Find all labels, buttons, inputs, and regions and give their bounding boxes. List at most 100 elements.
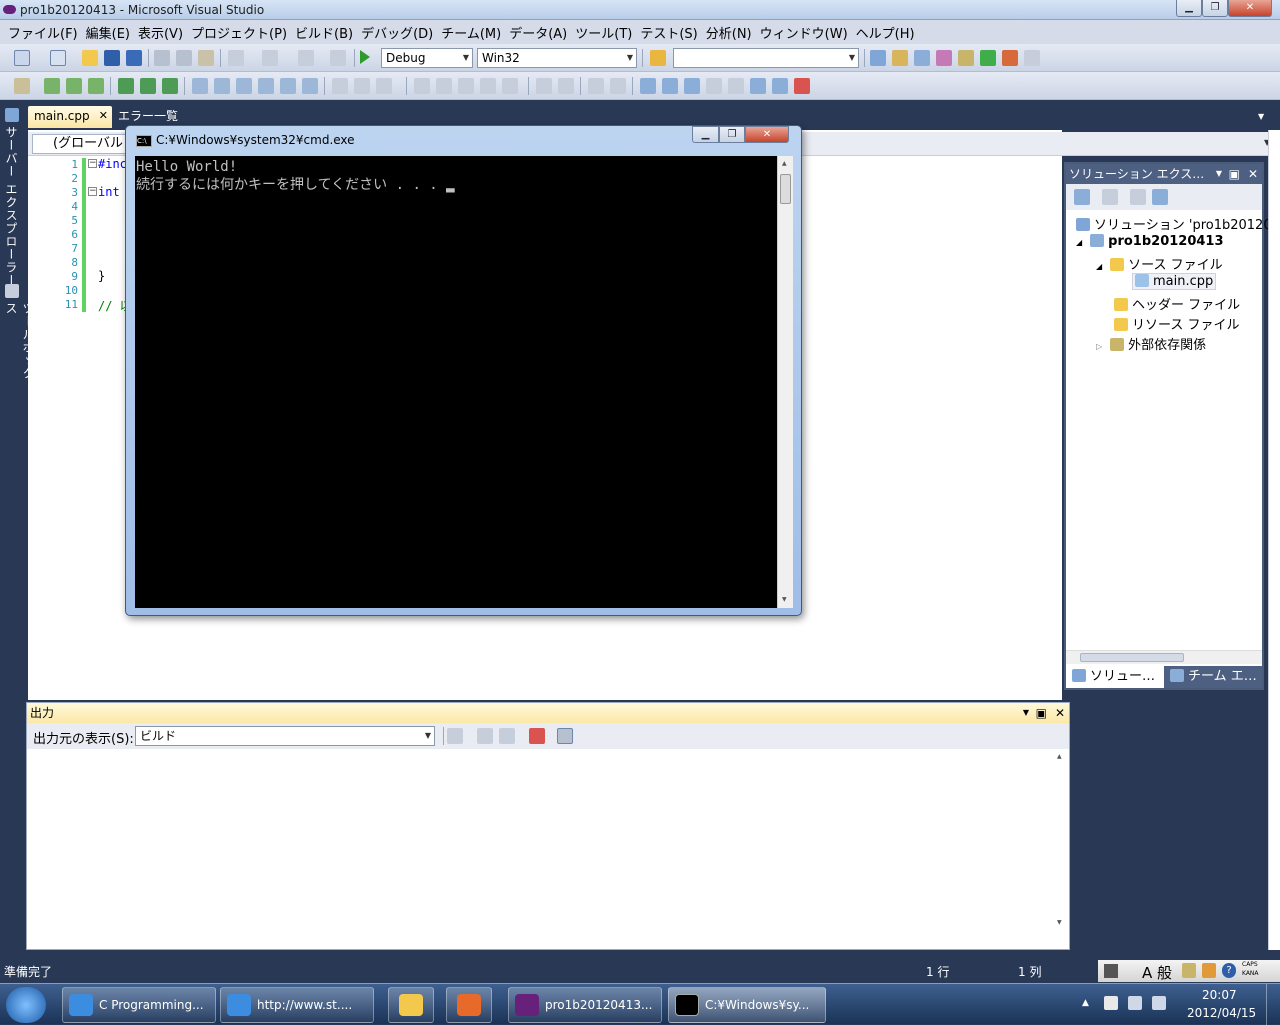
clear-all-icon[interactable] [529,728,545,744]
indent-icon[interactable] [536,78,552,94]
cmd-minimize-button[interactable]: ▁ [692,126,719,143]
menu-help[interactable]: ヘルプ(H) [852,23,919,42]
save-icon[interactable] [104,50,120,66]
paste-icon[interactable] [198,50,214,66]
volume-icon[interactable] [1152,996,1166,1010]
ime-pad-icon[interactable] [1182,963,1196,978]
minimize-button[interactable]: ▁ [1176,0,1202,17]
cmd-maximize-button[interactable]: ❐ [719,126,745,143]
show-hidden-icons-icon[interactable]: ▲ [1082,998,1089,1008]
new-project-icon[interactable] [14,50,30,66]
next-bookmark-icon[interactable] [458,78,474,94]
scroll-down-icon[interactable]: ▼ [782,596,787,603]
uncomment-icon[interactable] [354,78,370,94]
tree-external-deps[interactable]: ▷ 外部依存関係 [1096,334,1206,353]
taskbar-item-ie-2[interactable]: http://www.st.... [220,987,374,1023]
find-prev-icon[interactable] [750,78,766,94]
undo-icon[interactable] [228,50,244,66]
chevron-down-icon[interactable]: ▼ [1023,703,1029,723]
network-icon[interactable] [1128,996,1142,1010]
tree-project[interactable]: ◢ pro1b20120413 [1076,234,1224,249]
menu-analyze[interactable]: 分析(N) [702,23,756,42]
prev-bookmark-icon[interactable] [436,78,452,94]
start-debugging-icon[interactable] [360,50,370,64]
object-browser-icon[interactable] [914,50,930,66]
scrollbar-thumb[interactable] [780,174,791,204]
copy-icon[interactable] [176,50,192,66]
solution-platform-select[interactable]: Win32 ▼ [477,48,637,68]
taskbar-item-media-player[interactable] [446,987,492,1023]
snippet-icon[interactable] [302,78,318,94]
tab-team-explorer[interactable]: チーム エ… [1164,666,1262,688]
output-vertical-scrollbar[interactable]: ▲ ▼ [1053,749,1067,931]
menu-edit[interactable]: 編集(E) [82,23,134,42]
solution-configuration-select[interactable]: Debug ▼ [381,48,473,68]
ime-grip-icon[interactable] [1104,964,1118,978]
cut-icon[interactable] [154,50,170,66]
clear-all-icon[interactable] [794,78,810,94]
solution-explorer-icon[interactable] [870,50,886,66]
device-icon[interactable] [14,78,30,94]
word-wrap-icon[interactable] [557,728,573,744]
expand-arrow-icon[interactable]: ◢ [1096,262,1102,271]
menu-file[interactable]: ファイル(F) [4,23,82,42]
bookmark-icon[interactable] [118,78,134,94]
quick-info-icon[interactable] [236,78,252,94]
navigate-forward-icon[interactable] [330,50,346,66]
maximize-button[interactable]: ❐ [1202,0,1228,17]
chevron-down-icon[interactable]: ▼ [1216,164,1222,184]
comment-icon[interactable] [332,78,348,94]
help-icon[interactable]: ? [1222,963,1236,978]
tab-solution-explorer[interactable]: ソリュー… [1066,666,1164,688]
next-breakpoint-icon[interactable] [684,78,700,94]
parameter-info-icon[interactable] [214,78,230,94]
class-diagram-icon[interactable] [1152,189,1168,205]
scroll-down-icon[interactable]: ▼ [1057,919,1062,926]
toggle-bookmark-icon[interactable] [414,78,430,94]
properties-icon[interactable] [892,50,908,66]
taskbar-item-cmd[interactable]: C:¥Windows¥sy... [668,987,826,1023]
menu-project[interactable]: プロジェクト(P) [187,23,291,42]
menu-build[interactable]: ビルド(B) [291,23,357,42]
go-to-line-icon[interactable] [447,728,463,744]
menu-window[interactable]: ウィンドウ(W) [756,23,852,42]
close-icon[interactable]: ✕ [99,106,108,126]
menu-data[interactable]: データ(A) [505,23,571,42]
start-button[interactable] [6,987,46,1023]
open-file-icon[interactable] [82,50,98,66]
show-all-files-icon[interactable] [1102,189,1118,205]
complete-word-icon[interactable] [258,78,274,94]
console-scrollbar[interactable]: ▲ ▼ [777,156,793,608]
taskbar-item-explorer[interactable] [388,987,434,1023]
tab-list-chevron-icon[interactable]: ▼ [1258,112,1264,121]
scroll-up-icon[interactable]: ▲ [782,160,787,167]
prev-message-icon[interactable] [477,728,493,744]
prev-breakpoint-icon[interactable] [662,78,678,94]
tree-header-files[interactable]: ヘッダー ファイル [1114,294,1240,313]
ime-dictionary-icon[interactable] [1202,963,1216,978]
editor-vertical-scrollbar[interactable] [1268,130,1280,950]
menu-view[interactable]: 表示(V) [134,23,187,42]
properties-icon[interactable] [1074,189,1090,205]
scroll-up-icon[interactable]: ▲ [1057,753,1062,760]
step-over-icon[interactable] [66,78,82,94]
bookmark-next-icon[interactable] [162,78,178,94]
maximize-icon[interactable]: ▣ [1229,164,1240,184]
menu-team[interactable]: チーム(M) [437,23,505,42]
navigate-back-icon[interactable] [298,50,314,66]
next-task-icon[interactable] [728,78,744,94]
menu-debug[interactable]: デバッグ(D) [357,23,437,42]
output-source-select[interactable]: ビルド ▼ [135,726,435,746]
menu-tools[interactable]: ツール(T) [571,23,636,42]
ime-mode[interactable]: A 般 [1142,962,1172,983]
bookmark-prev-icon[interactable] [140,78,156,94]
refresh-icon[interactable] [1130,189,1146,205]
menu-test[interactable]: テスト(S) [636,23,701,42]
outdent-icon[interactable] [376,78,392,94]
console-output[interactable]: Hello World! 続行するには何かキーを押してください . . . ▂ [135,156,777,608]
uncomment-lines-icon[interactable] [610,78,626,94]
list-members-icon[interactable] [192,78,208,94]
collapsed-arrow-icon[interactable]: ▷ [1096,342,1102,351]
horizontal-scrollbar[interactable] [1066,650,1262,664]
clear-bookmarks-icon[interactable] [480,78,496,94]
